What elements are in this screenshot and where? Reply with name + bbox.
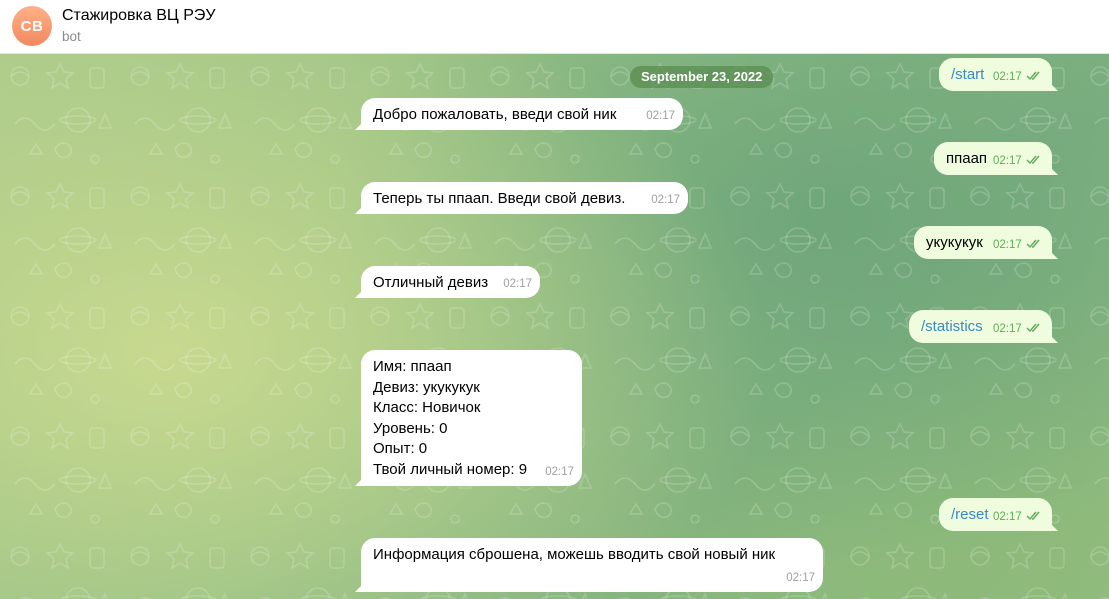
message-time: 02:17 xyxy=(993,151,1042,172)
incoming-message[interactable]: Добро пожаловать, введи свой ник 02:17 xyxy=(361,98,683,130)
double-check-icon xyxy=(1026,511,1040,520)
incoming-message[interactable]: Информация сброшена, можешь вводить свой… xyxy=(361,538,823,592)
chat-header: СВ Стажировка ВЦ РЭУ bot xyxy=(0,0,1109,54)
message-time: 02:17 xyxy=(503,277,532,290)
message-text: укукукук xyxy=(926,234,983,251)
incoming-message-stats[interactable]: Имя: ппаап Девиз: укукукук Класс: Новичо… xyxy=(361,350,582,486)
command-link-statistics[interactable]: /statistics xyxy=(921,318,983,335)
avatar[interactable]: СВ xyxy=(12,6,52,46)
message-time: 02:17 xyxy=(786,571,815,584)
message-text: Информация сброшена, можешь вводить свой… xyxy=(373,546,776,563)
command-link-start[interactable]: /start xyxy=(951,66,984,83)
incoming-message[interactable]: Теперь ты ппаап. Введи свой девиз. 02:17 xyxy=(361,182,688,214)
message-time: 02:17 xyxy=(993,67,1042,88)
outgoing-message[interactable]: /start 02:17 xyxy=(939,58,1052,91)
outgoing-message[interactable]: /statistics 02:17 xyxy=(909,310,1052,343)
chat-status: bot xyxy=(62,29,81,44)
double-check-icon xyxy=(1026,323,1040,332)
message-time: 02:17 xyxy=(545,465,574,478)
double-check-icon xyxy=(1026,239,1040,248)
message-time: 02:17 xyxy=(993,235,1042,256)
double-check-icon xyxy=(1026,155,1040,164)
double-check-icon xyxy=(1026,71,1040,80)
message-text: Добро пожаловать, введи свой ник xyxy=(373,106,617,123)
message-time: 02:17 xyxy=(993,507,1042,528)
message-text: Теперь ты ппаап. Введи свой девиз. xyxy=(373,190,626,207)
outgoing-message[interactable]: ппаап 02:17 xyxy=(934,142,1052,175)
outgoing-message[interactable]: укукукук 02:17 xyxy=(914,226,1052,259)
message-time: 02:17 xyxy=(651,193,680,206)
message-time: 02:17 xyxy=(993,319,1042,340)
date-separator: September 23, 2022 xyxy=(630,66,774,88)
message-text: Имя: ппаап Девиз: укукукук Класс: Новичо… xyxy=(373,358,528,478)
outgoing-message[interactable]: /reset 02:17 xyxy=(939,498,1052,531)
message-text: ппаап xyxy=(946,150,988,167)
message-time: 02:17 xyxy=(646,109,675,122)
chat-title[interactable]: Стажировка ВЦ РЭУ xyxy=(62,7,216,25)
message-list[interactable]: September 23, 2022 /start 02:17 Добро по… xyxy=(0,54,1109,599)
message-text: Отличный девиз xyxy=(373,274,489,291)
incoming-message[interactable]: Отличный девиз 02:17 xyxy=(361,266,540,298)
command-link-reset[interactable]: /reset xyxy=(951,506,989,523)
